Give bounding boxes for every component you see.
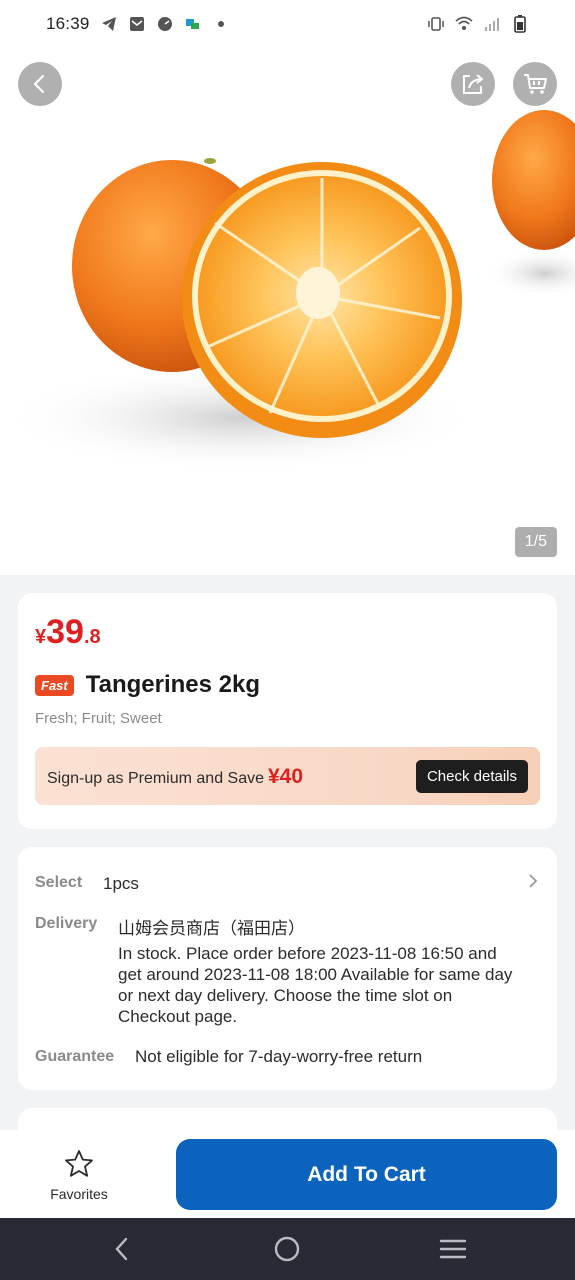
signal-icon [483,15,501,33]
system-nav-bar [0,1218,575,1280]
share-button[interactable] [451,62,495,106]
bottom-action-bar: Favorites Add To Cart [0,1130,575,1218]
chevron-left-icon [33,74,45,94]
back-button[interactable] [18,62,62,106]
product-info-card: Select 1pcs Delivery 山姆会员商店（福田店） In stoc… [18,847,557,1090]
guarantee-value: Not eligible for 7-day-worry-free return [135,1047,423,1066]
fast-badge: Fast [35,674,74,696]
nav-home-icon [274,1236,300,1262]
delivery-description: In stock. Place order before 2023-11-08 … [118,944,513,1026]
select-row[interactable]: Select 1pcs [18,847,557,911]
cart-button[interactable] [513,62,557,106]
speedometer-icon [156,15,174,33]
product-image-carousel[interactable]: 1/5 [0,48,575,575]
title-row: Fast Tangerines 2kg [35,671,260,699]
premium-banner[interactable]: Sign-up as Premium and Save ¥40 Check de… [35,747,540,805]
price: ¥ 39 .8 [35,613,101,652]
tangerines-photo [0,110,575,473]
favorites-button[interactable]: Favorites [44,1140,114,1210]
check-details-button[interactable]: Check details [415,760,528,793]
app-icon [184,15,202,33]
nav-menu-icon [439,1239,467,1259]
star-icon [65,1150,93,1177]
select-value: 1pcs [103,874,139,893]
nav-back-icon [115,1237,128,1261]
select-label: Select [35,874,83,891]
product-summary-card: ¥ 39 .8 Fast Tangerines 2kg Fresh; Fruit… [18,593,557,829]
product-tags: Fresh; Fruit; Sweet [35,710,162,727]
chevron-right-icon [527,873,539,894]
battery-icon [511,15,529,33]
price-integer: 39 [46,613,84,651]
delivery-store: 山姆会员商店（福田店） [118,919,305,938]
image-pager: 1/5 [514,527,557,557]
status-time: 16:39 [46,14,90,33]
premium-text: Sign-up as Premium and Save ¥40 [47,765,303,789]
product-title: Tangerines 2kg [85,671,261,698]
telegram-icon [100,15,118,33]
premium-amount: ¥40 [268,765,304,788]
vibrate-icon [427,15,445,33]
price-currency: ¥ [35,626,47,648]
price-decimal: .8 [83,626,101,648]
wifi-icon [455,15,473,33]
dot-icon [212,15,230,33]
nav-home-button[interactable] [272,1234,302,1264]
status-bar: 16:39 [0,0,575,48]
share-icon [463,74,483,94]
mail-icon [128,15,146,33]
cart-icon [524,74,547,94]
delivery-label: Delivery [35,915,98,932]
favorites-label: Favorites [50,1186,108,1202]
guarantee-label: Guarantee [35,1048,115,1065]
nav-back-button[interactable] [107,1234,137,1264]
nav-recents-button[interactable] [438,1234,468,1264]
add-to-cart-button[interactable]: Add To Cart [176,1139,557,1210]
premium-label: Sign-up as Premium and Save [47,770,264,787]
